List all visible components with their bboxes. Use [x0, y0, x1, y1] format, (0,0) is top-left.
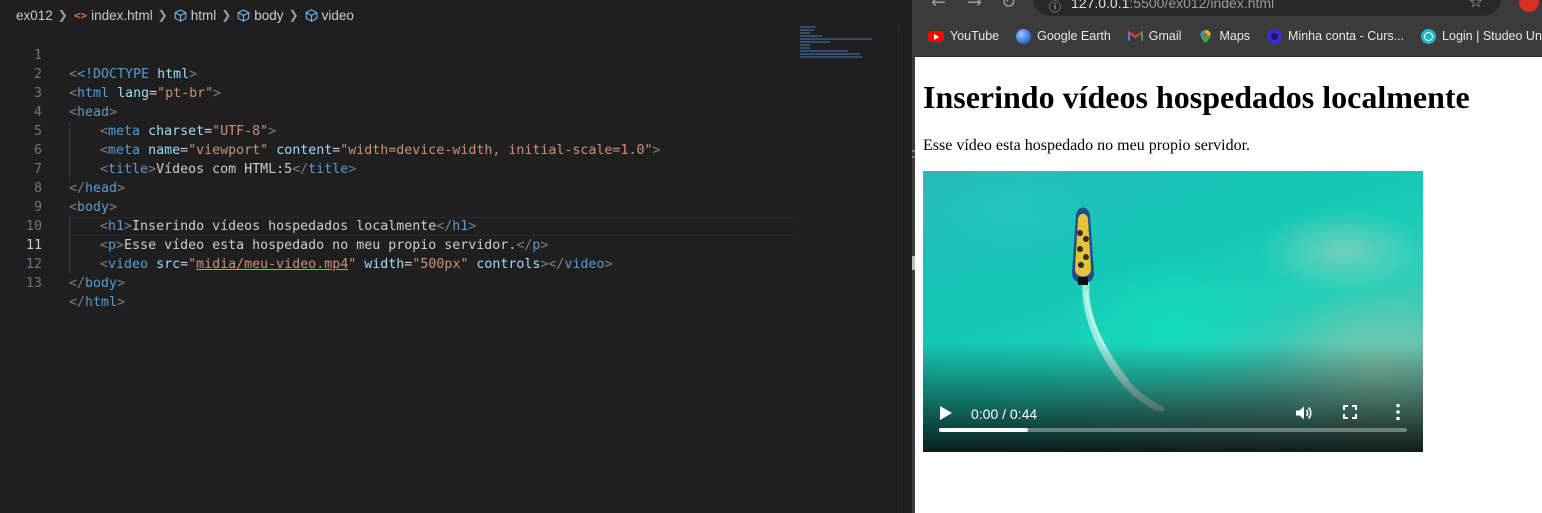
google-earth-icon [1016, 28, 1032, 44]
bookmark-google-earth[interactable]: Google Earth [1016, 28, 1111, 44]
bookmark-gmail[interactable]: Gmail [1127, 29, 1181, 43]
element-cube-icon [174, 8, 187, 22]
fullscreen-icon[interactable] [1343, 405, 1357, 419]
code-line[interactable]: 10 <p>Esse vídeo esta hospedado no meu p… [0, 198, 800, 255]
web-page: Inserindo vídeos hospedados localmente E… [915, 57, 1542, 513]
volume-icon[interactable] [1294, 404, 1312, 422]
minimap[interactable] [800, 26, 880, 58]
address-bar[interactable]: ⓘ 127.0.0.1:5500/ex012/index.html ☆ [1033, 0, 1501, 16]
browser-toolbar: ← → ↻ ⓘ 127.0.0.1:5500/ex012/index.html … [915, 0, 1542, 16]
line-content: </body> [69, 276, 126, 291]
bookmark-minha-conta[interactable]: Minha conta - Curs... [1267, 28, 1404, 44]
video-progress-bar[interactable] [939, 428, 1407, 432]
play-icon[interactable] [939, 405, 953, 421]
bookmark-studeo[interactable]: Login | Studeo Uni [1421, 28, 1542, 44]
editor-scrollbar[interactable] [898, 26, 912, 513]
bookmark-star-icon[interactable]: ☆ [1469, 0, 1483, 11]
code-line[interactable]: 3 <head> [0, 65, 800, 120]
breadcrumb-body[interactable]: body [254, 8, 283, 23]
line-content: </html> [69, 295, 126, 310]
code-line[interactable]: 1 <<!DOCTYPE html> [0, 27, 800, 82]
profile-avatar-icon[interactable] [1519, 0, 1539, 12]
element-cube-icon [237, 8, 250, 22]
line-number: 13 [25, 276, 42, 291]
account-icon [1267, 28, 1283, 44]
code-area[interactable]: 1 <<!DOCTYPE html> 2 <html lang="pt-br">… [0, 27, 800, 310]
video-time: 0:00 / 0:44 [971, 406, 1038, 422]
bookmarks-bar: YouTube Google Earth Gmail Maps Minha co… [915, 16, 1542, 57]
code-line[interactable]: 13 </html> [0, 255, 800, 310]
site-info-icon[interactable]: ⓘ [1049, 0, 1061, 15]
chevron-right-icon: ❯ [221, 8, 232, 22]
code-editor[interactable]: ex012 ❯ <> index.html ❯ html ❯ body ❯ vi… [0, 0, 912, 513]
code-line[interactable]: 5 <meta name="viewport" content="width=d… [0, 103, 800, 160]
breadcrumb-video[interactable]: video [322, 8, 354, 23]
breadcrumb-file[interactable]: index.html [91, 8, 153, 23]
boat [1072, 207, 1094, 285]
page-paragraph: Esse vídeo esta hospedado no meu propio … [923, 137, 1251, 154]
code-line[interactable]: 2 <html lang="pt-br"> [0, 46, 800, 101]
code-line[interactable]: 6 <title>Vídeos com HTML:5</title> [0, 122, 800, 179]
browser-window: ← → ↻ ⓘ 127.0.0.1:5500/ex012/index.html … [915, 0, 1542, 513]
back-arrow-icon[interactable]: ← [931, 0, 946, 13]
code-line[interactable]: 12 </body> [0, 236, 800, 291]
bookmark-youtube[interactable]: YouTube [928, 29, 999, 43]
video-controls: 0:00 / 0:44 [923, 392, 1423, 452]
maps-pin-icon [1200, 29, 1212, 43]
breadcrumb-folder[interactable]: ex012 [16, 8, 53, 23]
chevron-right-icon: ❯ [57, 8, 68, 22]
youtube-icon [928, 30, 944, 42]
chevron-right-icon: ❯ [288, 8, 299, 22]
code-line[interactable]: 9 <h1>Inserindo vídeos hospedados localm… [0, 179, 800, 236]
forward-arrow-icon[interactable]: → [967, 0, 982, 13]
breadcrumb-html[interactable]: html [191, 8, 217, 23]
code-line-active[interactable]: 11 <video src="midia/meu-video.mp4" widt… [0, 217, 800, 274]
code-line[interactable]: 7 </head> [0, 141, 800, 196]
studeo-icon [1421, 28, 1437, 44]
video-player[interactable]: 0:00 / 0:44 [923, 171, 1423, 452]
chevron-right-icon: ❯ [157, 8, 168, 22]
bookmark-maps[interactable]: Maps [1198, 29, 1250, 44]
reload-icon[interactable]: ↻ [1001, 0, 1016, 13]
address-url: 127.0.0.1:5500/ex012/index.html [1071, 0, 1275, 11]
more-options-icon[interactable] [1396, 403, 1400, 421]
page-heading: Inserindo vídeos hospedados localmente [923, 79, 1470, 115]
breadcrumb: ex012 ❯ <> index.html ❯ html ❯ body ❯ vi… [0, 0, 912, 30]
video-progress-fill [939, 428, 1028, 432]
element-cube-icon [305, 8, 317, 22]
gmail-icon [1127, 30, 1143, 41]
code-line[interactable]: 8 <body> [0, 160, 800, 215]
html-file-icon: <> [73, 8, 88, 22]
code-line[interactable]: 4 <meta charset="UTF-8"> [0, 84, 800, 141]
